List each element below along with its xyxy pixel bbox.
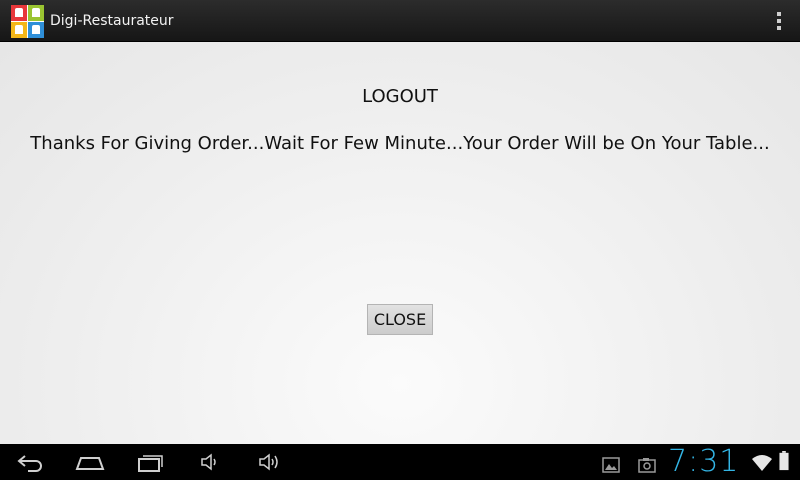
gallery-notification-icon[interactable]: [602, 455, 620, 475]
app-title: Digi-Restaurateur: [50, 13, 174, 29]
logout-link[interactable]: LOGOUT: [0, 86, 800, 108]
action-bar: Digi-Restaurateur: [0, 0, 800, 42]
logo-quadrant: [28, 5, 44, 21]
order-confirmation-message: Thanks For Giving Order...Wait For Few M…: [30, 133, 770, 154]
volume-down-icon[interactable]: [200, 452, 222, 472]
screenshot-notification-icon[interactable]: [638, 455, 656, 475]
volume-up-icon[interactable]: [258, 452, 284, 472]
app-logo-icon[interactable]: [11, 5, 44, 38]
logo-quadrant: [11, 5, 27, 21]
home-icon[interactable]: [75, 452, 105, 472]
battery-icon: [779, 451, 789, 471]
wifi-icon: [752, 455, 772, 471]
logo-quadrant: [28, 22, 44, 38]
system-navigation-bar: 7:31: [0, 444, 800, 480]
main-content: LOGOUT Thanks For Giving Order...Wait Fo…: [0, 42, 800, 444]
logo-quadrant: [11, 22, 27, 38]
close-button[interactable]: CLOSE: [367, 304, 433, 335]
android-screen: Digi-Restaurateur LOGOUT Thanks For Givi…: [0, 0, 800, 480]
status-clock[interactable]: 7:31: [668, 444, 739, 480]
recent-apps-icon[interactable]: [137, 452, 165, 472]
back-icon[interactable]: [16, 452, 44, 472]
overflow-menu-icon[interactable]: [776, 12, 782, 30]
